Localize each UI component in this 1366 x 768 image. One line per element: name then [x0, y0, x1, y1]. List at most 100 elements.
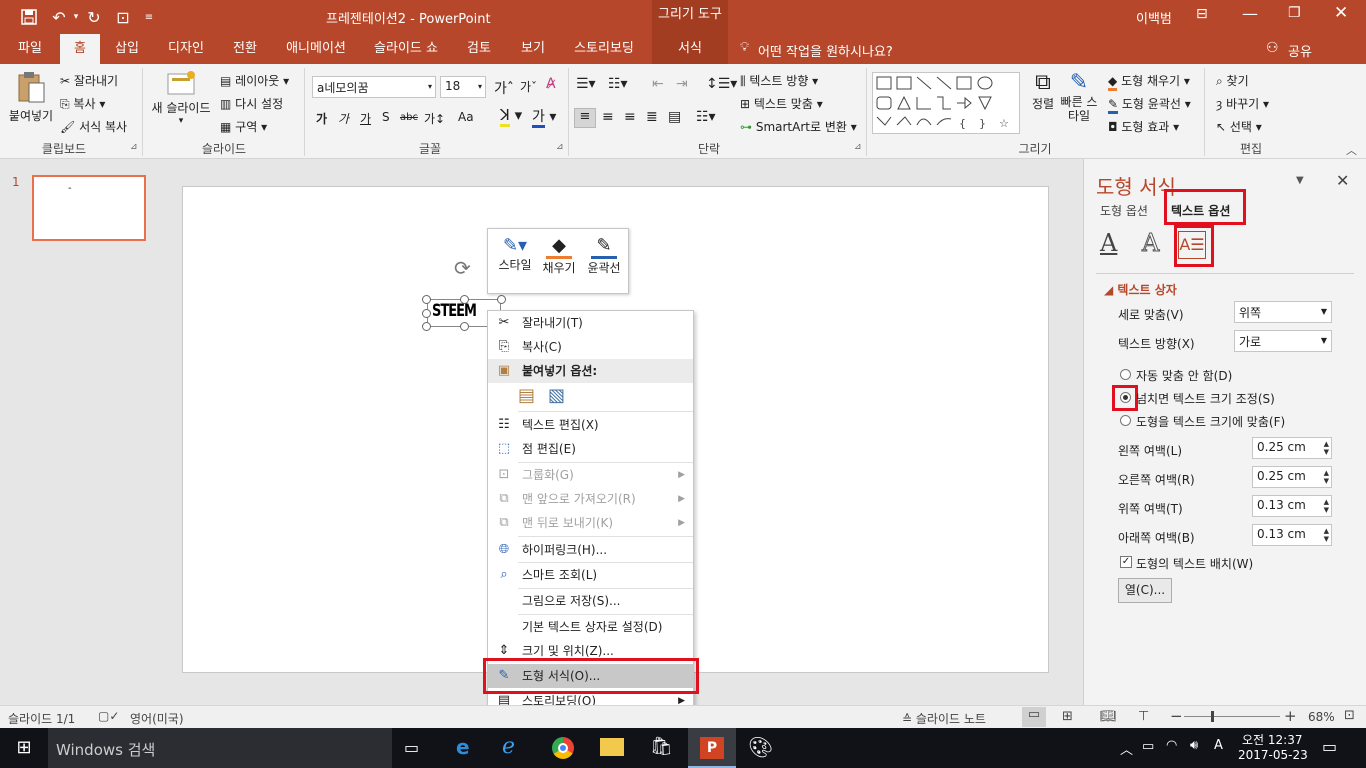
spinner-icon[interactable]: ▲ ▼ — [1324, 527, 1329, 543]
notes-button[interactable]: ≙ 슬라이드 노트 — [902, 710, 986, 727]
mini-fill-button[interactable]: ◆ 채우기 — [538, 235, 580, 276]
bold-button[interactable]: 가 — [316, 110, 327, 127]
volume-icon[interactable]: 🔊︎ — [1190, 738, 1198, 753]
replace-button[interactable]: ȝ 바꾸기 ▾ — [1216, 95, 1269, 112]
tab-insert[interactable]: 삽입 — [106, 34, 148, 64]
menu-item-group[interactable]: ⊡ 그룹화(G) ▶ — [488, 463, 693, 487]
italic-button[interactable]: 가 — [338, 110, 349, 127]
battery-icon[interactable]: ▭ — [1142, 739, 1154, 754]
share-button[interactable]: 공유 — [1288, 41, 1312, 60]
align-text-button[interactable]: ⊞ 텍스트 맞춤 ▾ — [740, 95, 823, 112]
zoom-in-icon[interactable]: + — [1284, 707, 1297, 725]
slide-thumbnail-1[interactable]: - — [32, 175, 146, 241]
font-name-box[interactable]: a네모의꿈 ▾ — [312, 76, 436, 98]
top-margin-input[interactable]: 0.13 cm ▲ ▼ — [1252, 495, 1332, 517]
strikethrough-button[interactable]: abc — [400, 112, 418, 123]
select-button[interactable]: ↖ 선택 ▾ — [1216, 118, 1262, 135]
close-window-icon[interactable]: ✕ — [1334, 3, 1348, 23]
tab-file[interactable]: 파일 — [8, 34, 52, 64]
start-slideshow-icon[interactable]: ⊡ — [112, 6, 134, 28]
underline-button[interactable]: 가 — [360, 110, 371, 127]
shape-fill-button[interactable]: ◆ 도형 채우기 ▾ — [1108, 72, 1190, 91]
spinner-icon[interactable]: ▲ ▼ — [1324, 469, 1329, 485]
align-right-icon[interactable]: ≡ — [624, 109, 636, 125]
slide-sorter-icon[interactable]: ⊞ — [1062, 709, 1073, 724]
show-hidden-icons[interactable]: ︿ — [1120, 739, 1133, 758]
shape-outline-button[interactable]: ✎ 도형 윤곽선 ▾ — [1108, 95, 1191, 114]
spinner-icon[interactable]: ▲ ▼ — [1324, 440, 1329, 456]
columns-button[interactable]: 열(C)... — [1118, 578, 1172, 603]
menu-item-copy[interactable]: ⎘ 복사(C) — [488, 335, 693, 359]
line-spacing-icon[interactable]: ↕☰▾ — [706, 76, 737, 92]
tab-animations[interactable]: 애니메이션 — [280, 34, 352, 64]
paint-icon[interactable]: 🎨︎ — [748, 735, 773, 759]
spinner-icon[interactable]: ▲ ▼ — [1324, 498, 1329, 514]
format-painter-button[interactable]: 🖌︎ 서식 복사 — [60, 118, 127, 135]
distributed-icon[interactable]: ▤ — [668, 109, 681, 125]
taskbar-search-box[interactable]: Windows 검색 — [48, 728, 392, 768]
shrink-font-icon[interactable]: 가ˇ — [520, 78, 537, 95]
tab-shape-options[interactable]: 도형 옵션 — [1100, 202, 1148, 219]
tab-home[interactable]: 홈 — [60, 34, 100, 64]
zoom-slider-thumb[interactable] — [1211, 711, 1214, 722]
spellcheck-icon[interactable]: ▢✓ — [98, 709, 119, 723]
resize-handle[interactable] — [460, 295, 469, 304]
section-button[interactable]: ▦ 구역 ▾ — [220, 118, 267, 135]
text-fill-outline-icon[interactable]: A — [1100, 229, 1117, 257]
tab-slideshow[interactable]: 슬라이드 쇼 — [368, 34, 444, 64]
highlight-icon[interactable]: ꓘ ▾ — [500, 106, 522, 127]
menu-item-send-to-back[interactable]: ⧉ 맨 뒤로 보내기(K) ▶ — [488, 511, 693, 535]
mini-outline-button[interactable]: ✎ 윤곽선 — [582, 235, 626, 276]
windows-start-icon[interactable]: ⊞ — [0, 728, 48, 768]
clear-formatting-icon[interactable]: A̷ — [546, 76, 556, 92]
ime-icon[interactable]: A — [1214, 738, 1223, 753]
collapse-ribbon-icon[interactable]: ︿ — [1346, 142, 1357, 158]
columns-icon[interactable]: ☷▾ — [696, 109, 716, 125]
resize-handle[interactable] — [460, 322, 469, 331]
section-textbox-header[interactable]: ◢ 텍스트 상자 — [1104, 281, 1177, 298]
clipboard-launcher-icon[interactable]: ⊿ — [130, 142, 138, 152]
cut-button[interactable]: ✂ 잘라내기 — [60, 72, 118, 89]
pane-options-icon[interactable]: ▼ — [1296, 175, 1304, 186]
resize-handle[interactable] — [422, 295, 431, 304]
resize-handle[interactable] — [422, 322, 431, 331]
shadow-button[interactable]: S — [382, 110, 390, 124]
restore-icon[interactable]: ❐ — [1288, 5, 1301, 21]
menu-item-set-default-textbox[interactable]: 기본 텍스트 상자로 설정(D) — [488, 615, 693, 639]
quick-styles-button[interactable]: ✎ 빠른 스타일 — [1056, 70, 1102, 136]
resize-handle[interactable] — [422, 309, 431, 318]
char-spacing-button[interactable]: 가↕ — [424, 110, 445, 127]
menu-item-bring-to-front[interactable]: ⧉ 맨 앞으로 가져오기(R) ▶ — [488, 487, 693, 511]
grow-font-icon[interactable]: 가ˆ — [494, 78, 514, 98]
zoom-slider-track[interactable] — [1184, 716, 1280, 717]
minimize-icon[interactable]: — — [1242, 4, 1258, 23]
find-button[interactable]: ⌕ 찾기 — [1216, 72, 1249, 89]
tab-transitions[interactable]: 전환 — [222, 34, 268, 64]
menu-item-edit-text[interactable]: ☷ 텍스트 편집(X) — [488, 413, 693, 437]
paste-keep-format-icon[interactable]: ▤ — [518, 385, 542, 409]
resize-handle[interactable] — [497, 295, 506, 304]
customize-qat-icon[interactable]: ≡ — [142, 6, 156, 28]
action-center-icon[interactable]: ▭ — [1322, 737, 1337, 756]
zoom-level[interactable]: 68% — [1308, 710, 1335, 724]
edge-icon[interactable]: e — [456, 735, 470, 759]
paste-as-picture-icon[interactable]: ▧ — [548, 385, 572, 409]
layout-button[interactable]: ▤ 레이아웃 ▾ — [220, 72, 289, 89]
tell-me-box[interactable]: 어떤 작업을 원하시나요? — [758, 41, 893, 60]
task-view-icon[interactable]: ▭ — [404, 738, 419, 757]
menu-item-smart-lookup[interactable]: ⌕ 스마트 조회(L) — [488, 563, 693, 587]
right-margin-input[interactable]: 0.25 cm ▲ ▼ — [1252, 466, 1332, 488]
menu-item-hyperlink[interactable]: 🌐︎ 하이퍼링크(H)... — [488, 538, 693, 562]
copy-button[interactable]: ⎘ 복사 ▾ — [60, 95, 105, 112]
reading-view-icon[interactable]: 📖︎ — [1100, 709, 1117, 724]
menu-item-save-as-picture[interactable]: 그림으로 저장(S)... — [488, 589, 693, 613]
normal-view-icon[interactable]: ▭ — [1022, 707, 1046, 727]
wrap-text-checkbox[interactable]: ✓ — [1120, 556, 1132, 568]
store-icon[interactable]: 🛍︎ — [650, 736, 673, 757]
shape-effects-button[interactable]: ◘ 도형 효과 ▾ — [1108, 118, 1179, 135]
fit-slide-icon[interactable]: ⊡ — [1344, 708, 1355, 723]
paragraph-launcher-icon[interactable]: ⊿ — [854, 142, 862, 152]
tab-view[interactable]: 보기 — [512, 34, 554, 64]
undo-dropdown-icon[interactable]: ▾ — [70, 6, 82, 28]
language-indicator[interactable]: 영어(미국) — [130, 710, 184, 727]
